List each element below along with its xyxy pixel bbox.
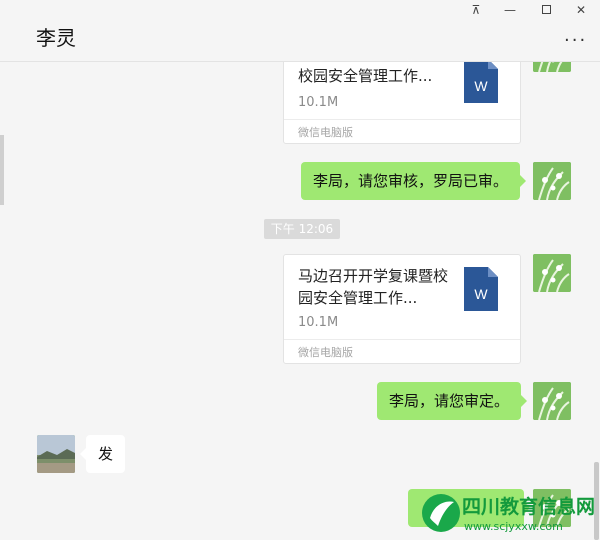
file-size: 10.1M [298, 95, 339, 110]
chat-window: 李灵 ⊼ — ✕ ··· 校园安全管理工作... 10.1M 微信电脑版 W 李… [0, 0, 600, 540]
avatar[interactable] [533, 382, 571, 420]
word-document-icon: W [464, 267, 498, 311]
file-name: 马边召开开学复课暨校园安全管理工作... [298, 267, 449, 307]
watermark-name: 四川教育信息网 [462, 496, 596, 518]
more-icon[interactable]: ··· [564, 30, 587, 51]
svg-text:W: W [474, 286, 488, 302]
pin-icon[interactable]: ⊼ [463, 2, 489, 18]
received-message-bubble[interactable]: 发 [79, 435, 126, 473]
file-size: 10.1M [298, 315, 339, 330]
divider [284, 119, 520, 120]
file-source: 微信电脑版 [298, 126, 353, 139]
minimize-icon[interactable]: — [497, 2, 523, 18]
close-icon[interactable]: ✕ [568, 2, 594, 18]
file-source: 微信电脑版 [298, 346, 353, 359]
word-document-icon: W [464, 59, 498, 103]
chat-title-label: 李灵 [36, 26, 76, 50]
sent-message-bubble[interactable]: 李局，请您审核，罗局已审。 [301, 162, 527, 200]
svg-text:W: W [474, 78, 488, 94]
timestamp: 下午 12:06 [264, 219, 340, 239]
divider [284, 339, 520, 340]
file-message-card[interactable]: 马边召开开学复课暨校园安全管理工作... 10.1M 微信电脑版 W [283, 254, 521, 364]
file-name: 校园安全管理工作... [298, 67, 433, 85]
avatar[interactable] [533, 254, 571, 292]
watermark-logo-icon [422, 494, 460, 532]
sent-message-bubble[interactable]: 李局，请您审定。 [377, 382, 528, 420]
watermark-url: www.scjyxxw.com [464, 520, 563, 533]
panel-edge [0, 135, 4, 205]
avatar[interactable] [533, 162, 571, 200]
maximize-icon[interactable] [533, 2, 559, 18]
site-watermark: 四川教育信息网 www.scjyxxw.com [412, 486, 600, 540]
contact-avatar[interactable] [37, 435, 75, 473]
chat-header-top: 李灵 ⊼ — ✕ ··· [0, 0, 600, 62]
